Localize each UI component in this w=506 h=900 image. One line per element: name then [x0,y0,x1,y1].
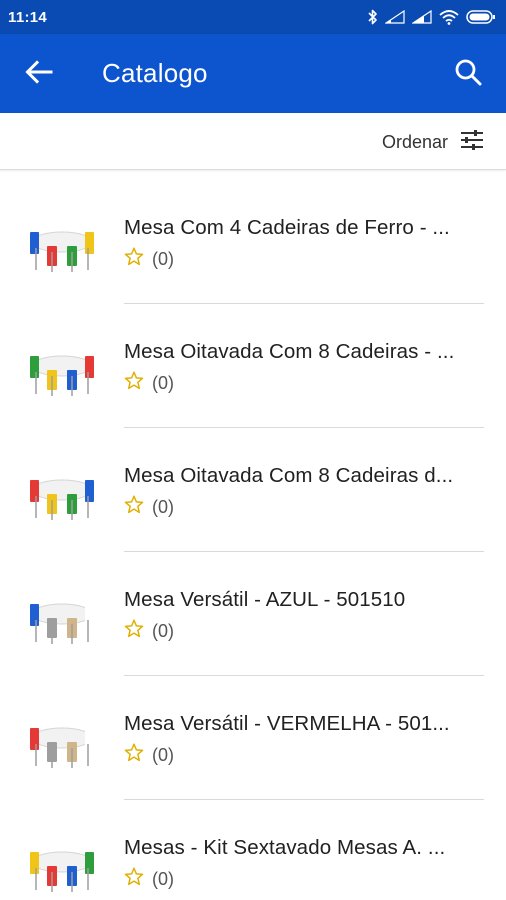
star-outline-icon [124,867,144,891]
product-name: Mesa Oitavada Com 8 Cadeiras - ... [124,340,455,363]
product-rating: (0) [124,867,174,891]
product-list-item[interactable]: Mesas - Kit Sextavado Mesas A. ... (0) [0,800,506,900]
product-list-item[interactable]: Mesa Versátil - AZUL - 501510 (0) [0,552,506,676]
star-outline-icon [124,371,144,395]
product-rating: (0) [124,743,174,767]
product-name: Mesa Versátil - AZUL - 501510 [124,588,406,611]
product-rating: (0) [124,619,174,643]
product-thumbnail [22,330,102,400]
sliders-icon [460,129,484,155]
wifi-icon [439,9,459,25]
product-rating: (0) [124,247,174,271]
product-list-item[interactable]: Mesa Oitavada Com 8 Cadeiras d... (0) [0,428,506,552]
star-outline-icon [124,743,144,767]
search-icon [454,58,482,91]
product-list: Mesa Com 4 Cadeiras de Ferro - ... (0) M… [0,180,506,900]
product-name: Mesa Com 4 Cadeiras de Ferro - ... [124,216,450,239]
product-thumbnail [22,206,102,276]
battery-icon [466,10,496,24]
page-title: Catalogo [102,58,208,88]
search-button[interactable] [450,56,486,92]
rating-count: (0) [152,620,174,641]
product-list-item[interactable]: Mesa Com 4 Cadeiras de Ferro - ... (0) [0,180,506,304]
product-name: Mesa Versátil - VERMELHA - 501... [124,712,450,735]
status-time: 11:14 [8,8,48,26]
rating-count: (0) [152,248,174,269]
sort-button[interactable]: Ordenar [382,127,484,157]
product-thumbnail [22,578,102,648]
app-bar: Catalogo [0,34,506,113]
star-outline-icon [124,247,144,271]
rating-count: (0) [152,744,174,765]
rating-count: (0) [152,496,174,517]
product-list-item[interactable]: Mesa Versátil - VERMELHA - 501... (0) [0,676,506,800]
product-name: Mesa Oitavada Com 8 Cadeiras d... [124,464,454,487]
star-outline-icon [124,495,144,519]
product-thumbnail [22,702,102,772]
arrow-left-icon [25,59,53,89]
rating-count: (0) [152,868,174,889]
signal-icon [412,10,432,24]
sort-bar: Ordenar [0,113,506,170]
star-outline-icon [124,619,144,643]
product-name: Mesas - Kit Sextavado Mesas A. ... [124,836,446,859]
status-icons [368,9,496,25]
product-thumbnail [22,454,102,524]
signal-icon [385,10,405,24]
product-rating: (0) [124,495,174,519]
product-list-item[interactable]: Mesa Oitavada Com 8 Cadeiras - ... (0) [0,304,506,428]
bluetooth-icon [368,9,378,25]
product-thumbnail [22,826,102,896]
sort-label: Ordenar [381,131,448,152]
product-rating: (0) [124,371,174,395]
back-button[interactable] [22,58,56,90]
rating-count: (0) [152,372,174,393]
status-bar: 11:14 [0,0,506,34]
